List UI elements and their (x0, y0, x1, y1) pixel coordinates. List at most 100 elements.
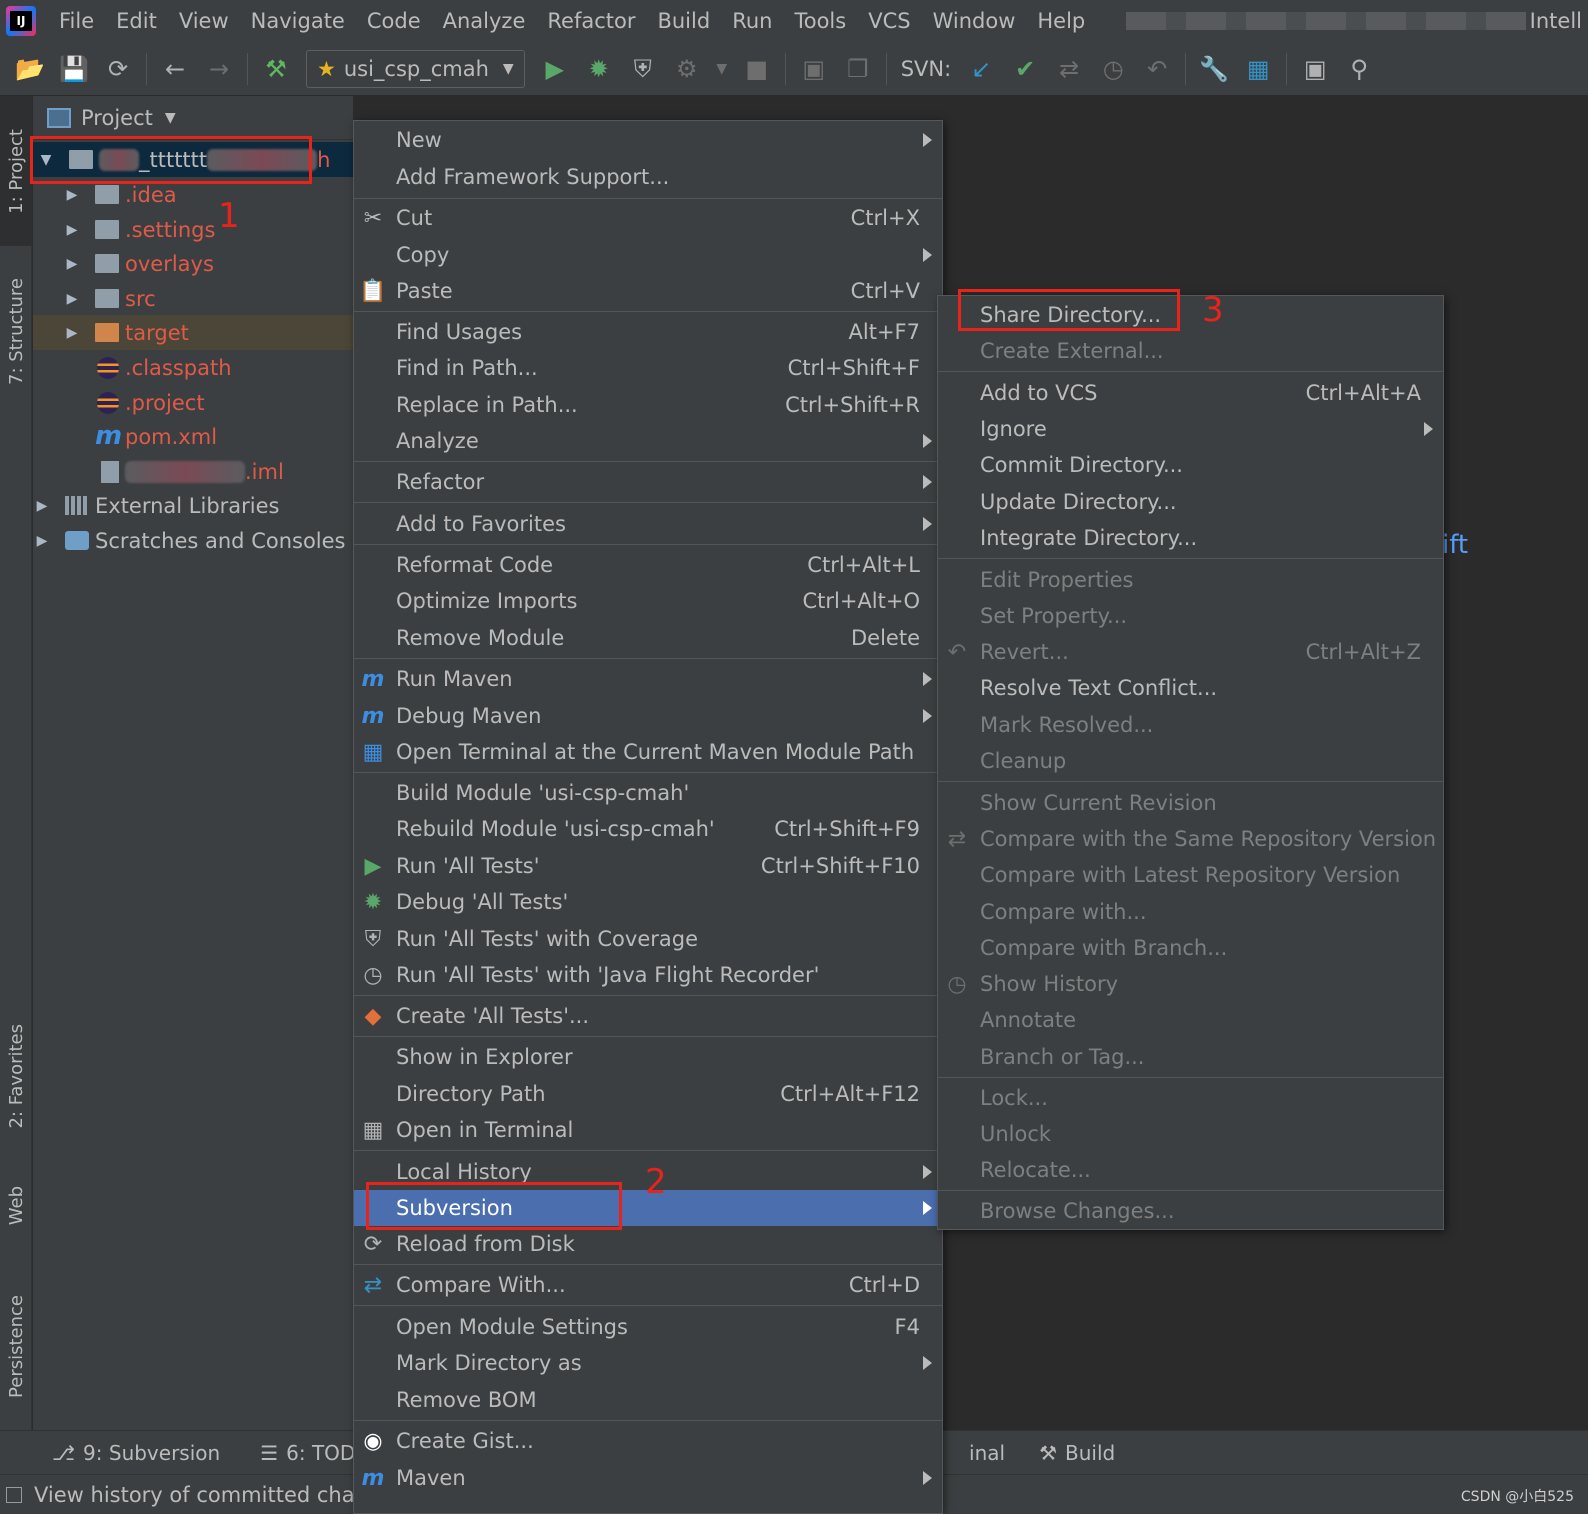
revert-icon[interactable]: ↶ (1138, 50, 1176, 88)
expand-arrow-icon[interactable]: ▶ (33, 498, 51, 514)
menu-item-add-framework-support[interactable]: Add Framework Support... (354, 159, 942, 195)
menu-item-compare-same-repo-version[interactable]: ⇄ Compare with the Same Repository Versi… (938, 821, 1443, 857)
expand-arrow-icon[interactable]: ▶ (63, 325, 81, 341)
tree-item-classpath[interactable]: .classpath (33, 350, 353, 385)
status-toggle-icon[interactable] (6, 1486, 22, 1503)
debug-bug-icon[interactable]: ✹ (580, 50, 618, 88)
menu-item-revert[interactable]: ↶ Revert... Ctrl+Alt+Z (938, 634, 1443, 670)
expand-arrow-icon[interactable]: ▶ (63, 187, 81, 203)
menu-item-refactor[interactable]: Refactor (354, 464, 942, 500)
menu-item-open-module-settings[interactable]: Open Module Settings F4 (354, 1309, 942, 1345)
menu-navigate[interactable]: Navigate (240, 9, 356, 33)
menu-tools[interactable]: Tools (783, 9, 857, 33)
attach-debugger-icon[interactable]: ▣ (795, 50, 833, 88)
menu-item-integrate-directory[interactable]: Integrate Directory... (938, 520, 1443, 556)
menu-item-resolve-text-conflict[interactable]: Resolve Text Conflict... (938, 670, 1443, 706)
menu-item-ignore[interactable]: Ignore (938, 411, 1443, 447)
tree-item-settings[interactable]: ▶ .settings (33, 212, 353, 247)
menu-item-paste[interactable]: 📋 Paste Ctrl+V (354, 273, 942, 309)
chevron-down-icon[interactable]: ▼ (165, 110, 176, 126)
svn-commit-icon[interactable]: ✔ (1006, 50, 1044, 88)
menu-item-relocate[interactable]: Relocate... (938, 1152, 1443, 1188)
menu-code[interactable]: Code (356, 9, 432, 33)
menu-item-compare-latest-repo-version[interactable]: Compare with Latest Repository Version (938, 857, 1443, 893)
menu-item-add-to-vcs[interactable]: Add to VCS Ctrl+Alt+A (938, 375, 1443, 411)
menu-item-open-terminal-maven[interactable]: ▦ Open Terminal at the Current Maven Mod… (354, 734, 942, 770)
menu-item-run-with-jfr[interactable]: ◷ Run 'All Tests' with 'Java Flight Reco… (354, 957, 942, 993)
chevron-down-icon[interactable]: ▼ (712, 50, 732, 88)
menu-file[interactable]: File (48, 9, 105, 33)
menu-item-run-maven[interactable]: m Run Maven (354, 661, 942, 697)
menu-item-unlock[interactable]: Unlock (938, 1116, 1443, 1152)
project-structure-icon[interactable]: ▦ (1239, 50, 1277, 88)
menu-item-analyze[interactable]: Analyze (354, 423, 942, 459)
svn-compare-icon[interactable]: ⇄ (1050, 50, 1088, 88)
history-clock-icon[interactable]: ◷ (1094, 50, 1132, 88)
menu-item-commit-directory[interactable]: Commit Directory... (938, 447, 1443, 483)
expand-arrow-icon[interactable]: ▶ (63, 291, 81, 307)
menu-item-create-external[interactable]: Create External... (938, 333, 1443, 369)
tool-tab-subversion[interactable]: ⎇ 9: Subversion (52, 1441, 220, 1465)
menu-item-reformat-code[interactable]: Reformat Code Ctrl+Alt+L (354, 547, 942, 583)
expand-arrow-icon[interactable]: ▶ (63, 256, 81, 272)
menu-edit[interactable]: Edit (105, 9, 168, 33)
tree-item-external-libraries[interactable]: ▶ External Libraries (33, 488, 353, 523)
menu-item-debug-all-tests[interactable]: ✹ Debug 'All Tests' (354, 884, 942, 920)
menu-refactor[interactable]: Refactor (536, 9, 646, 33)
tree-item-project[interactable]: .project (33, 385, 353, 420)
menu-item-remove-module[interactable]: Remove Module Delete (354, 620, 942, 656)
menu-item-create-all-tests[interactable]: ◆ Create 'All Tests'... (354, 998, 942, 1034)
search-icon[interactable]: ⚲ (1340, 50, 1378, 88)
menu-view[interactable]: View (168, 9, 240, 33)
tool-tab-build[interactable]: ⚒ Build (1039, 1441, 1115, 1465)
tree-item-overlays[interactable]: ▶ overlays (33, 246, 353, 281)
expand-arrow-icon[interactable]: ▶ (33, 533, 51, 549)
tree-item-src[interactable]: ▶ src (33, 281, 353, 316)
stop-icon[interactable]: ■ (738, 50, 776, 88)
menu-item-find-in-path[interactable]: Find in Path... Ctrl+Shift+F (354, 350, 942, 386)
menu-item-create-gist[interactable]: ◉ Create Gist... (354, 1423, 942, 1459)
terminal-window-icon[interactable]: ▣ (1296, 50, 1334, 88)
menu-vcs[interactable]: VCS (857, 9, 921, 33)
run-icon[interactable]: ▶ (536, 50, 574, 88)
forward-icon[interactable]: → (200, 50, 238, 88)
menu-item-open-in-terminal[interactable]: ▦ Open in Terminal (354, 1112, 942, 1148)
tool-tab-favorites[interactable]: 2: Favorites (0, 1001, 32, 1151)
menu-item-debug-maven[interactable]: m Debug Maven (354, 698, 942, 734)
menu-item-new[interactable]: New (354, 122, 942, 158)
menu-item-remove-bom[interactable]: Remove BOM (354, 1382, 942, 1418)
menu-item-optimize-imports[interactable]: Optimize Imports Ctrl+Alt+O (354, 583, 942, 619)
tree-item-target[interactable]: ▶ target (33, 315, 353, 350)
menu-help[interactable]: Help (1026, 9, 1096, 33)
tree-item-iml[interactable]: .iml (33, 454, 353, 489)
run-config-dropdown[interactable]: ★ usi_csp_cmah ▼ (306, 49, 525, 88)
menu-item-run-with-coverage[interactable]: ⛨ Run 'All Tests' with Coverage (354, 921, 942, 957)
menu-item-show-current-revision[interactable]: Show Current Revision (938, 785, 1443, 821)
menu-item-branch-or-tag[interactable]: Branch or Tag... (938, 1039, 1443, 1075)
menu-item-compare-with-branch[interactable]: Compare with Branch... (938, 930, 1443, 966)
menu-item-mark-resolved[interactable]: Mark Resolved... (938, 707, 1443, 743)
menu-item-copy[interactable]: Copy (354, 237, 942, 273)
menu-analyze[interactable]: Analyze (432, 9, 537, 33)
open-folder-icon[interactable]: 📂 (11, 50, 49, 88)
menu-item-cleanup[interactable]: Cleanup (938, 743, 1443, 779)
menu-item-edit-properties[interactable]: Edit Properties (938, 562, 1443, 598)
menu-item-compare-with[interactable]: Compare with... (938, 894, 1443, 930)
tool-tab-structure[interactable]: 7: Structure (0, 256, 32, 406)
menu-run[interactable]: Run (721, 9, 783, 33)
menu-item-directory-path[interactable]: Directory Path Ctrl+Alt+F12 (354, 1076, 942, 1112)
menu-item-show-history[interactable]: ◷ Show History (938, 966, 1443, 1002)
menu-item-annotate[interactable]: Annotate (938, 1002, 1443, 1038)
tool-tab-terminal[interactable]: inal (969, 1441, 1005, 1465)
menu-window[interactable]: Window (922, 9, 1027, 33)
menu-item-update-directory[interactable]: Update Directory... (938, 484, 1443, 520)
menu-item-replace-in-path[interactable]: Replace in Path... Ctrl+Shift+R (354, 387, 942, 423)
menu-item-lock[interactable]: Lock... (938, 1080, 1443, 1116)
profiler-icon[interactable]: ⚙ (668, 50, 706, 88)
menu-item-rebuild-module[interactable]: Rebuild Module 'usi-csp-cmah' Ctrl+Shift+… (354, 811, 942, 847)
menu-item-run-all-tests[interactable]: ▶ Run 'All Tests' Ctrl+Shift+F10 (354, 848, 942, 884)
save-icon[interactable]: 💾 (55, 50, 93, 88)
coverage-icon[interactable]: ⛨ (624, 50, 662, 88)
menu-item-maven[interactable]: m Maven (354, 1460, 942, 1496)
menu-item-add-to-favorites[interactable]: Add to Favorites (354, 506, 942, 542)
